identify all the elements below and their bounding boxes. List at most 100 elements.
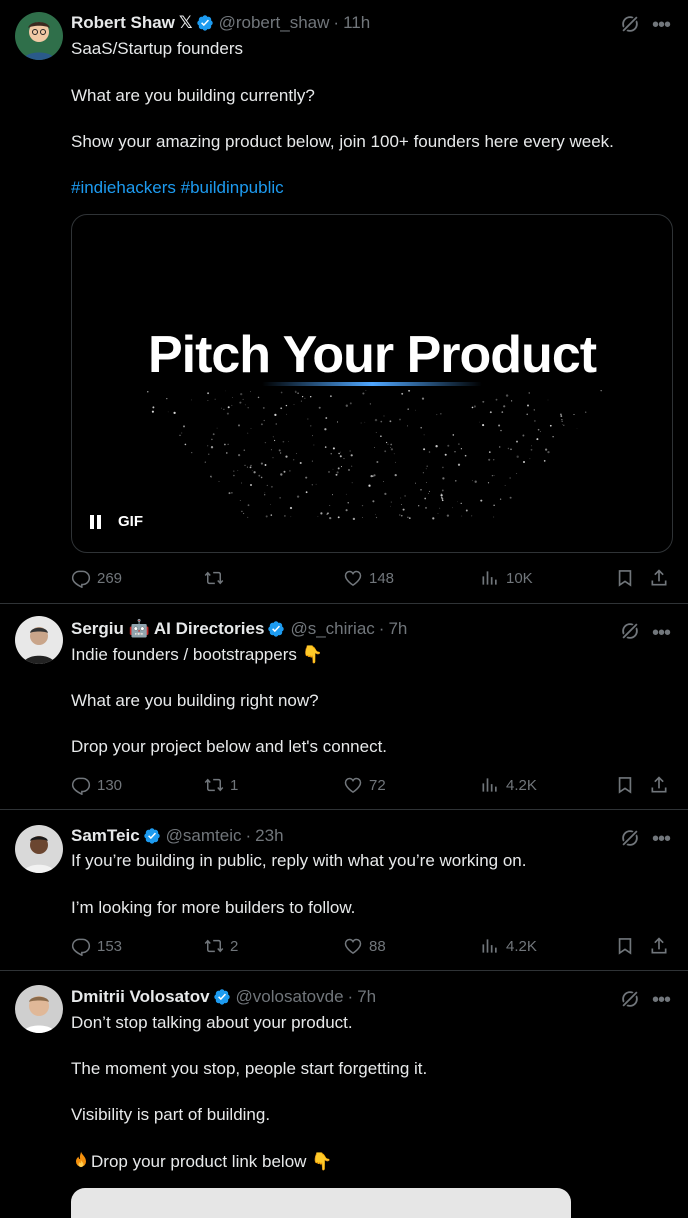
verified-badge-icon [143,827,161,845]
action-bar: 269 148 10K [71,565,671,591]
like-button[interactable]: 72 [343,772,386,798]
more-icon[interactable]: ••• [650,829,672,854]
grok-icon[interactable] [619,988,641,1010]
like-icon [343,568,363,588]
tweet-text-line: If you’re building in public, reply with… [71,851,527,870]
like-icon [343,775,363,795]
views-icon [480,775,500,795]
repost-button[interactable]: 2 [204,933,238,959]
repost-icon [204,568,224,588]
tweet-text-line: Indie founders / bootstrappers 👇 [71,645,323,664]
tweet-text-line: Visibility is part of building. [71,1105,271,1124]
author-name[interactable]: Sergiu 🤖 AI Directories [71,619,264,639]
repost-icon [204,936,224,956]
separator-dot: · [245,826,252,845]
fire-icon [71,1150,91,1170]
view-count: 10K [506,569,533,587]
avatar[interactable] [15,616,63,664]
tweet-text-line: The moment you stop, people start forget… [71,1059,428,1078]
tweet-text-line: I’m looking for more builders to follow. [71,898,356,917]
reply-icon [71,568,91,588]
timestamp[interactable]: 23h [255,826,283,846]
verified-badge-icon [213,988,231,1006]
bookmark-button[interactable] [615,772,641,798]
tweet-text-line: Drop your project below and let's connec… [71,737,388,756]
action-bar: 130 1 72 4.2K [71,772,671,798]
action-bar: 153 2 88 4.2K [71,933,671,959]
like-button[interactable]: 88 [343,933,386,959]
grok-icon[interactable] [619,620,641,642]
tweet-dmitrii[interactable]: Dmitrii Volosatov @volosatovde · 7h ••• … [0,971,688,1200]
gif-control[interactable]: GIF [90,513,143,530]
link-card-preview[interactable] [71,1188,571,1218]
author-handle[interactable]: @s_chiriac [290,619,374,639]
tweet-text-line: Show your amazing product below, join 10… [71,132,614,151]
timestamp[interactable]: 11h [343,13,370,33]
reply-button[interactable]: 153 [71,933,122,959]
hashtags-link[interactable]: #indiehackers #buildinpublic [71,176,284,200]
tweet-header: Dmitrii Volosatov @volosatovde · 7h [71,985,376,1009]
tweet-text: Drop your product link below 👇 [91,1152,333,1171]
share-button[interactable] [649,565,675,591]
views-button[interactable]: 4.2K [480,772,537,798]
bookmark-icon [615,936,635,956]
like-count: 72 [369,776,386,794]
repost-button[interactable] [204,565,230,591]
views-icon [480,568,500,588]
author-name[interactable]: SamTeic [71,826,140,846]
more-icon[interactable]: ••• [650,15,672,40]
views-button[interactable]: 10K [480,565,533,591]
view-count: 4.2K [506,937,537,955]
author-handle[interactable]: @samteic [166,826,242,846]
glow-line [262,382,482,386]
tweet-header: SamTeic @samteic · 23h [71,824,284,848]
tweet-text-line: Don’t stop talking about your product. [71,1013,353,1032]
separator-dot: · [378,619,385,638]
author-name[interactable]: Dmitrii Volosatov [71,987,210,1007]
share-icon [649,568,669,588]
repost-button[interactable]: 1 [204,772,238,798]
tweet-robert-shaw[interactable]: Robert Shaw 𝕏 @robert_shaw · 11h ••• Saa… [0,0,688,604]
pause-icon[interactable] [90,514,102,529]
reply-count: 269 [97,569,123,587]
gif-label: GIF [118,513,143,530]
tweet-samteic[interactable]: SamTeic @samteic · 23h ••• If you’re bui… [0,810,688,971]
separator-dot: · [333,13,340,32]
tweet-text-line: SaaS/Startup founders [71,39,244,58]
more-icon[interactable]: ••• [650,990,672,1015]
share-icon [649,775,669,795]
avatar[interactable] [15,985,63,1033]
grok-icon[interactable] [619,827,641,849]
bookmark-icon [615,568,635,588]
like-button[interactable]: 148 [343,565,394,591]
bookmark-button[interactable] [615,565,641,591]
tweet-header: Sergiu 🤖 AI Directories @s_chiriac · 7h [71,617,407,641]
reply-icon [71,936,91,956]
view-count: 4.2K [506,776,537,794]
gif-media[interactable]: Pitch Your Product GIF [71,214,673,553]
avatar[interactable] [15,12,63,60]
share-button[interactable] [649,772,675,798]
reply-button[interactable]: 130 [71,772,122,798]
bookmark-icon [615,775,635,795]
reply-button[interactable]: 269 [71,565,122,591]
repost-count: 2 [230,937,239,955]
tweet-text-line-with-emoji: Drop your product link below 👇 [71,1150,332,1174]
views-button[interactable]: 4.2K [480,933,537,959]
author-handle[interactable]: @robert_shaw [219,13,330,33]
repost-count: 1 [230,776,239,794]
author-name[interactable]: Robert Shaw [71,13,175,33]
particle-field [147,390,603,520]
grok-icon[interactable] [619,13,641,35]
bookmark-button[interactable] [615,933,641,959]
timestamp[interactable]: 7h [357,987,376,1007]
timestamp[interactable]: 7h [388,619,407,639]
like-count: 148 [369,569,395,587]
share-button[interactable] [649,933,675,959]
reply-count: 153 [97,937,123,955]
author-handle[interactable]: @volosatovde [236,987,344,1007]
more-icon[interactable]: ••• [650,623,672,648]
avatar[interactable] [15,825,63,873]
tweet-sergiu[interactable]: Sergiu 🤖 AI Directories @s_chiriac · 7h … [0,604,688,810]
repost-icon [204,775,224,795]
